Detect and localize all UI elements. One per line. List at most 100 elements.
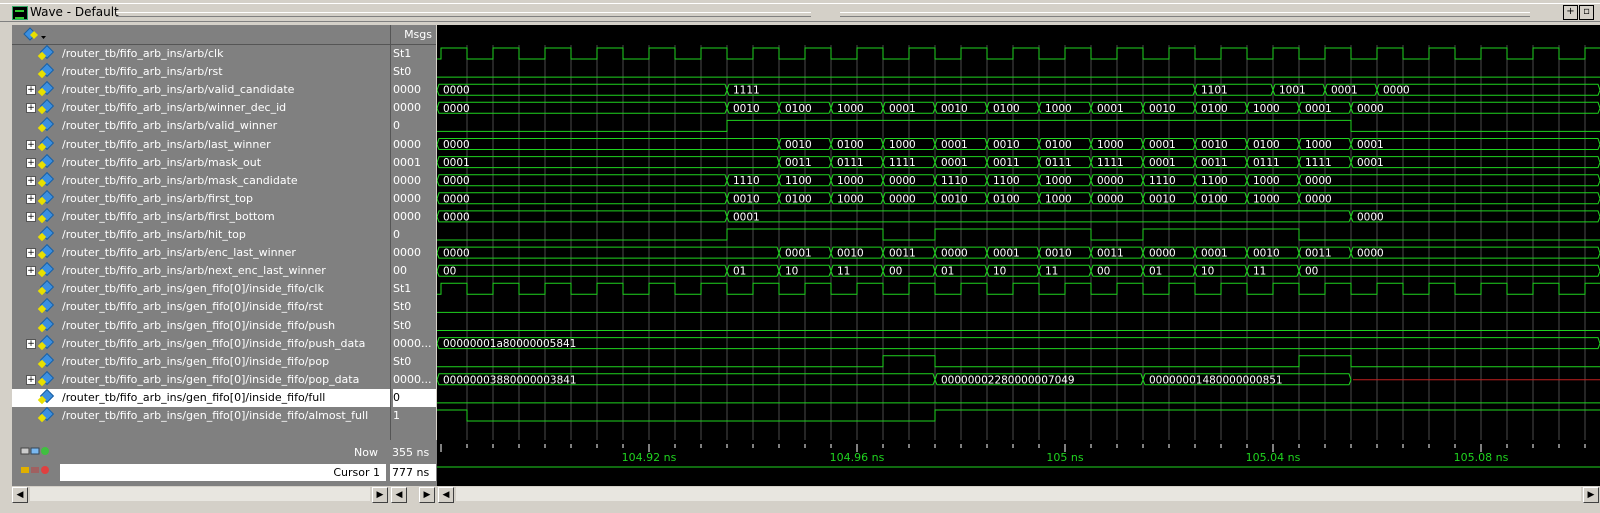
bus-value: 0011	[993, 157, 1020, 169]
signal-diamond-icon	[37, 44, 55, 61]
wave-window-icon	[12, 6, 28, 20]
wave-scroll-track[interactable]	[456, 487, 1581, 501]
signal-name: /router_tb/fifo_arb_ins/arb/clk	[62, 47, 224, 60]
signal-diamond-icon	[37, 388, 55, 405]
time-cursor-area: Now Cursor 1 355 ns 777 ns 104.92 ns 104.…	[12, 440, 1600, 486]
signal-diamond-icon	[37, 135, 55, 151]
signal-diamond-icon	[37, 352, 55, 368]
level-wave	[437, 409, 1600, 422]
cursor-label-field[interactable]: Cursor 1	[60, 464, 386, 481]
bus-value: 00	[1305, 266, 1318, 278]
bus-value: 0010	[941, 193, 968, 205]
expand-icon[interactable]: +	[26, 175, 36, 186]
now-label: Now	[354, 446, 378, 459]
names-scroll-left[interactable]: ◀	[12, 487, 28, 503]
signal-value: 0	[393, 388, 436, 407]
bus-segment	[1350, 138, 1600, 150]
signal-row[interactable]: /router_tb/fifo_arb_ins/arb/valid_winner	[12, 117, 394, 135]
timeline-ruler[interactable]: 104.92 ns 104.96 ns 105 ns 105.04 ns 105.08 …	[437, 440, 1600, 486]
signal-row[interactable]: /router_tb/fifo_arb_ins/gen_fifo[0]/insi…	[12, 388, 394, 407]
signal-row[interactable]: /router_tb/fifo_arb_ins/gen_fifo[0]/insi…	[12, 406, 394, 425]
titlebar-grip[interactable]	[116, 12, 811, 17]
signal-row[interactable]: + /router_tb/fifo_arb_ins/arb/valid_candi…	[12, 81, 394, 99]
bus-value: 0100	[993, 193, 1020, 205]
expand-icon[interactable]: +	[26, 338, 36, 349]
signal-row[interactable]: /router_tb/fifo_arb_ins/gen_fifo[0]/insi…	[12, 298, 394, 316]
bus-segment	[437, 192, 728, 205]
bus-value: 0001	[1097, 103, 1124, 115]
signal-row[interactable]: /router_tb/fifo_arb_ins/gen_fifo[0]/insi…	[12, 280, 394, 298]
expand-icon[interactable]: +	[26, 103, 36, 114]
names-scroll-right[interactable]: ▶	[372, 487, 388, 503]
bus-value: 0000	[1097, 193, 1124, 205]
window-title: Wave - Default	[30, 5, 119, 19]
names-scroll-track[interactable]	[30, 487, 370, 501]
expand-icon[interactable]: +	[26, 85, 36, 96]
signal-row[interactable]: + /router_tb/fifo_arb_ins/arb/last_winner	[12, 135, 394, 154]
waveform-canvas[interactable]: 0000 1111 1101 1001 0001 00000000 0010 0100 1000…	[437, 25, 1600, 440]
bus-value: 1101	[1201, 85, 1228, 97]
bus-value: 0100	[1045, 139, 1072, 151]
signal-row[interactable]: /router_tb/fifo_arb_ins/gen_fifo[0]/insi…	[12, 316, 394, 335]
values-pane[interactable]: Msgs St1 St0 0000 0000 0 0000 0001 0000 0000 0000…	[390, 25, 436, 440]
maximize-icon[interactable]: +	[1563, 5, 1578, 20]
signal-row[interactable]: + /router_tb/fifo_arb_ins/arb/enc_last_wi…	[12, 244, 394, 262]
signal-row[interactable]: /router_tb/fifo_arb_ins/arb/rst	[12, 63, 394, 81]
signal-row[interactable]: + /router_tb/fifo_arb_ins/arb/winner_dec_…	[12, 99, 394, 117]
signal-row[interactable]: + /router_tb/fifo_arb_ins/arb/mask_candid…	[12, 171, 394, 190]
expand-icon[interactable]: +	[26, 193, 36, 204]
cursor-values: 355 ns 777 ns	[390, 440, 437, 486]
expand-icon[interactable]: +	[26, 248, 36, 259]
bus-value: 0100	[785, 103, 812, 115]
wave-scroll-left[interactable]: ◀	[438, 487, 454, 503]
values-scroll-right[interactable]: ▶	[419, 487, 435, 503]
signal-diamond-icon	[37, 99, 55, 115]
clock-wave	[437, 282, 1600, 295]
signal-row[interactable]: + /router_tb/fifo_arb_ins/arb/mask_out	[12, 153, 394, 172]
signal-row[interactable]: + /router_tb/fifo_arb_ins/gen_fifo[0]/ins…	[12, 334, 394, 353]
waveform-pane[interactable]: 0000 1111 1101 1001 0001 0000 0000 0010 0100 1000…	[437, 25, 1600, 440]
signal-row[interactable]: + /router_tb/fifo_arb_ins/gen_fifo[0]/ins…	[12, 370, 394, 389]
signal-value: 0000	[393, 209, 421, 223]
level-wave	[437, 355, 1600, 368]
expand-icon[interactable]: +	[26, 139, 36, 150]
bus-value: 0111	[1045, 157, 1072, 169]
bus-value: 1000	[837, 193, 864, 205]
bus-value: 0001	[1331, 85, 1358, 97]
undock-icon[interactable]: ▫	[1579, 5, 1594, 20]
bus-value: 11	[1253, 266, 1266, 278]
bus-segment	[1350, 246, 1600, 259]
bus-value: 0001	[941, 157, 968, 169]
window-titlebar[interactable]: Wave - Default + ▫	[0, 3, 1600, 22]
signal-diamond-icon	[37, 280, 55, 296]
expand-icon[interactable]: +	[26, 374, 36, 385]
bus-value: 0111	[1253, 157, 1280, 169]
wave-scroll-right[interactable]: ▶	[1583, 487, 1599, 503]
signal-row[interactable]: /router_tb/fifo_arb_ins/arb/clk	[12, 44, 394, 63]
signal-row[interactable]: /router_tb/fifo_arb_ins/gen_fifo[0]/insi…	[12, 352, 394, 371]
bus-segment	[437, 83, 728, 96]
add-wave-icon[interactable]	[22, 27, 48, 43]
expand-icon[interactable]: +	[26, 157, 36, 168]
bus-value: 00	[443, 266, 456, 278]
signal-name: /router_tb/fifo_arb_ins/gen_fifo[0]/insi…	[62, 300, 323, 314]
bus-value: 0010	[1045, 248, 1072, 260]
signal-names-pane[interactable]: /router_tb/fifo_arb_ins/arb/clk/router_t…	[12, 25, 394, 440]
bus-segment	[437, 337, 1600, 350]
cursor-value-field[interactable]: 777 ns	[390, 464, 436, 481]
bus-value: 0010	[993, 139, 1020, 151]
timeline-ruler-canvas[interactable]: 104.92 ns 104.96 ns 105 ns 105.04 ns 105.08 …	[437, 440, 1600, 486]
values-scroll-left[interactable]: ◀	[391, 487, 407, 503]
signal-row[interactable]: + /router_tb/fifo_arb_ins/arb/next_enc_la…	[12, 262, 394, 280]
expand-icon[interactable]: +	[26, 266, 36, 277]
expand-icon[interactable]: +	[26, 211, 36, 222]
bus-value: 0011	[1201, 157, 1228, 169]
signal-row[interactable]: + /router_tb/fifo_arb_ins/arb/first_botto…	[12, 207, 394, 226]
level-wave	[437, 228, 1600, 241]
titlebar-grip-right[interactable]	[840, 12, 1530, 17]
signal-diamond-icon	[37, 244, 55, 260]
signal-row[interactable]: + /router_tb/fifo_arb_ins/arb/first_top	[12, 189, 394, 208]
bus-value: 1000	[1253, 175, 1280, 187]
signal-row[interactable]: /router_tb/fifo_arb_ins/arb/hit_top	[12, 225, 394, 244]
ruler-label: 105.04 ns	[1246, 451, 1301, 464]
